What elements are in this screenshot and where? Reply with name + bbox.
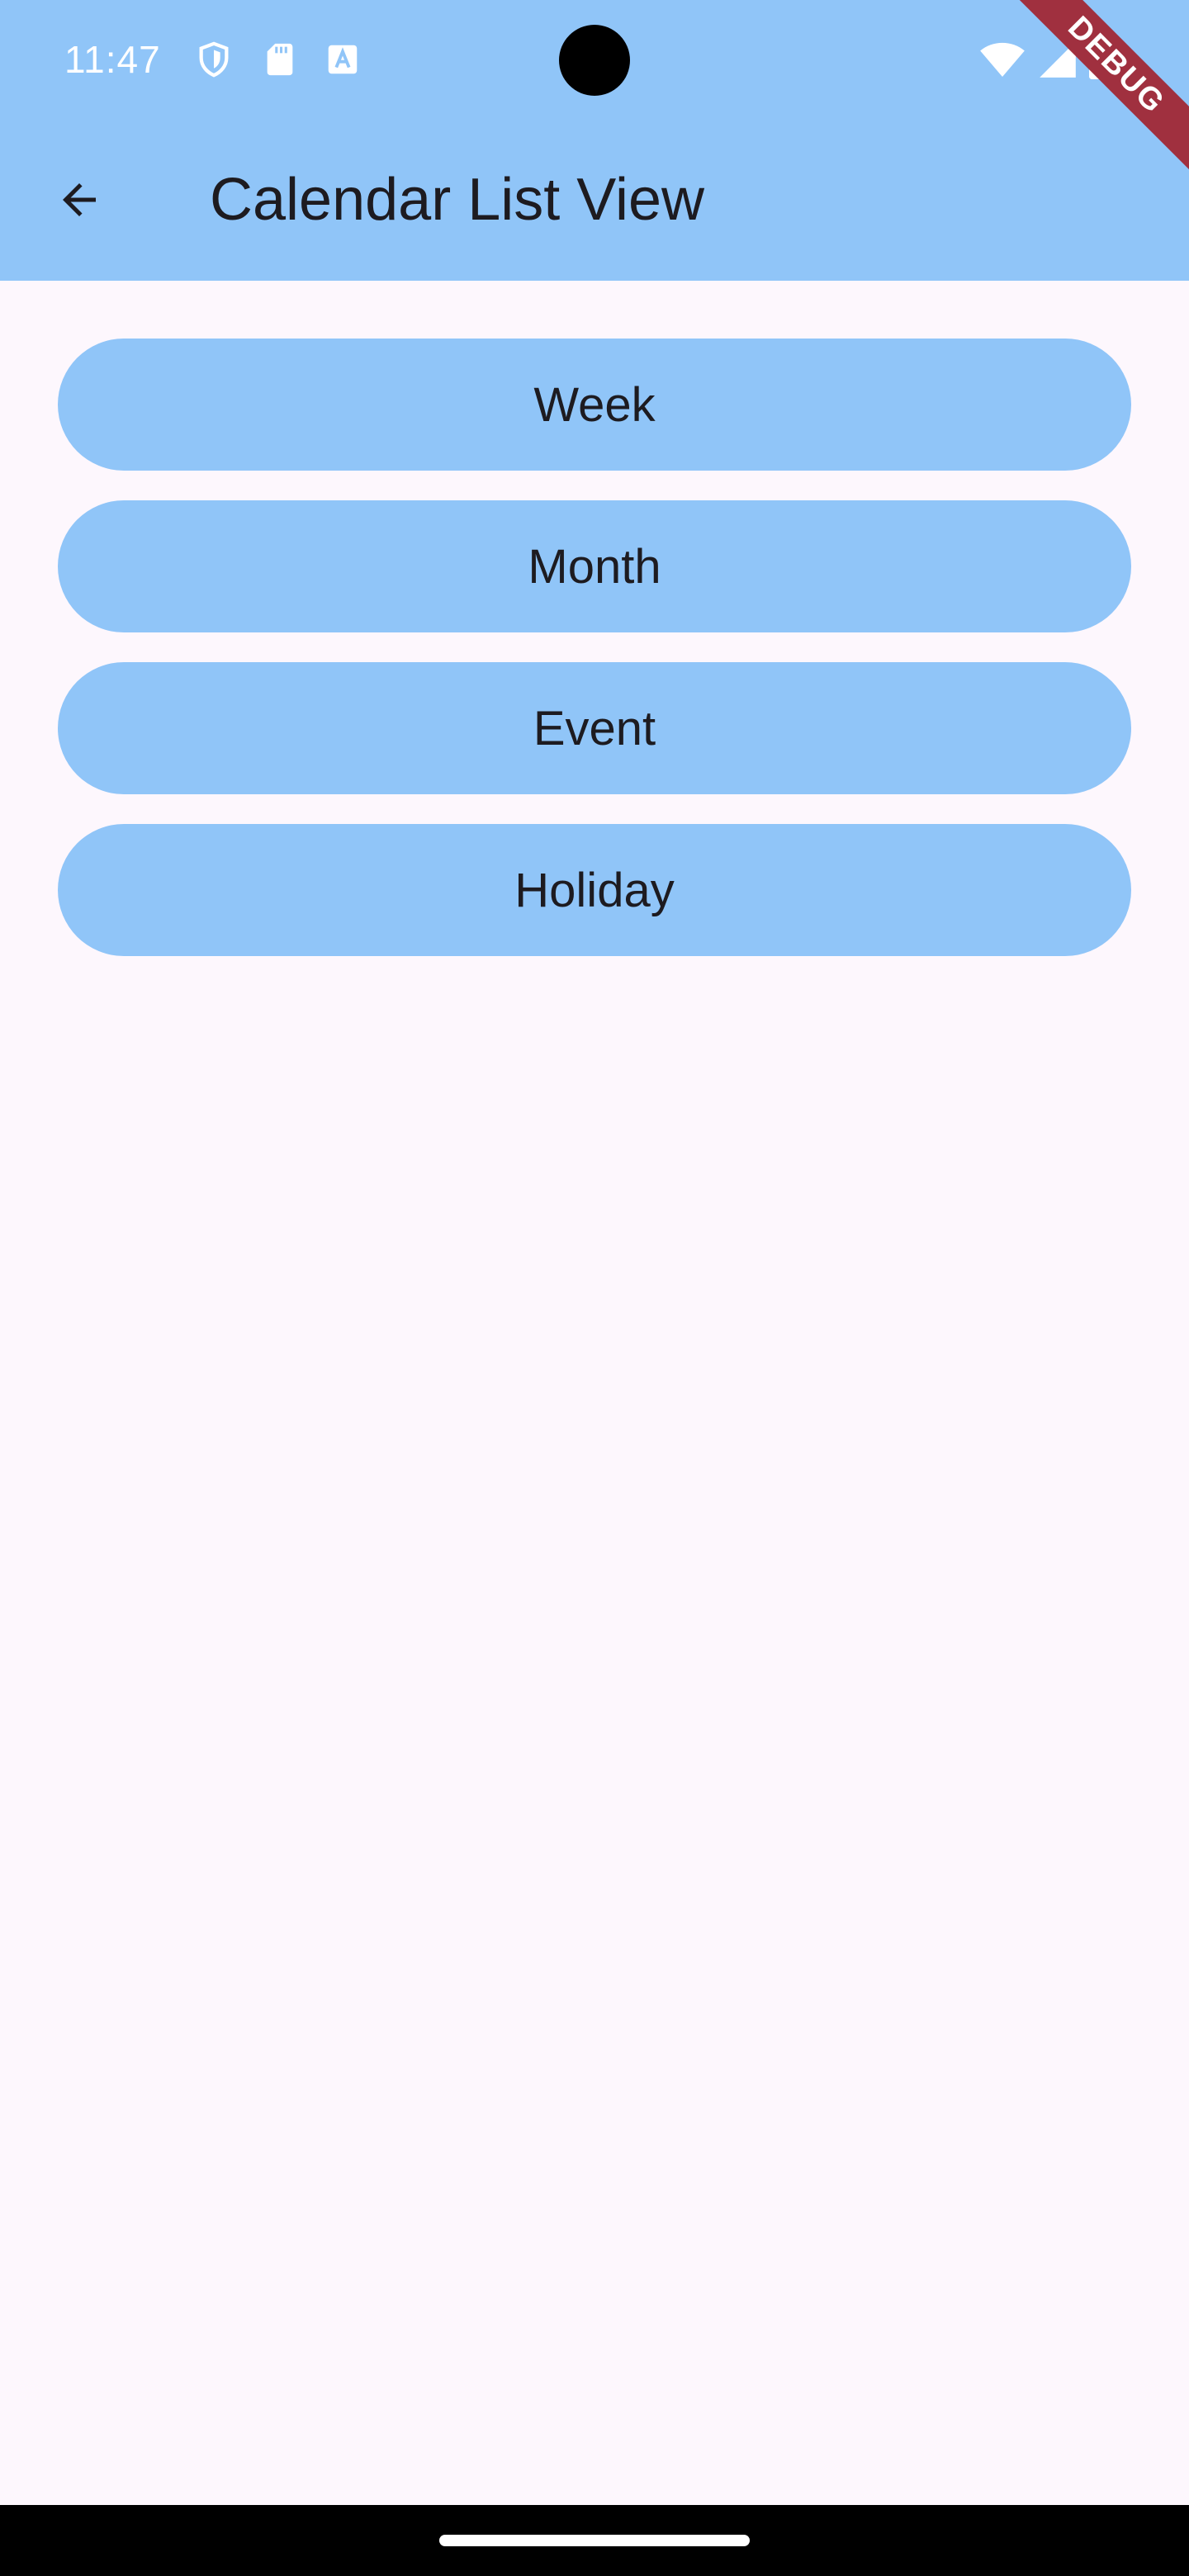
status-bar: 11:47 bbox=[0, 0, 1189, 119]
cell-signal-icon bbox=[1037, 40, 1078, 79]
wifi-icon bbox=[979, 40, 1026, 79]
battery-icon bbox=[1087, 40, 1111, 79]
home-indicator[interactable] bbox=[439, 2535, 750, 2546]
page-title: Calendar List View bbox=[210, 167, 704, 233]
system-nav-bar bbox=[0, 2505, 1189, 2576]
shield-icon bbox=[195, 40, 233, 79]
arrow-back-icon bbox=[63, 183, 96, 216]
keyboard-a-icon bbox=[324, 40, 362, 79]
back-button[interactable] bbox=[40, 160, 119, 239]
sd-card-icon bbox=[261, 40, 299, 79]
month-button[interactable]: Month bbox=[58, 500, 1131, 632]
app-bar: Calendar List View bbox=[0, 119, 1189, 281]
event-button[interactable]: Event bbox=[58, 662, 1131, 794]
holiday-button[interactable]: Holiday bbox=[58, 824, 1131, 956]
status-time: 11:47 bbox=[64, 38, 161, 81]
week-button[interactable]: Week bbox=[58, 339, 1131, 471]
calendar-view-list: Week Month Event Holiday bbox=[58, 339, 1131, 986]
camera-cutout bbox=[559, 25, 630, 96]
